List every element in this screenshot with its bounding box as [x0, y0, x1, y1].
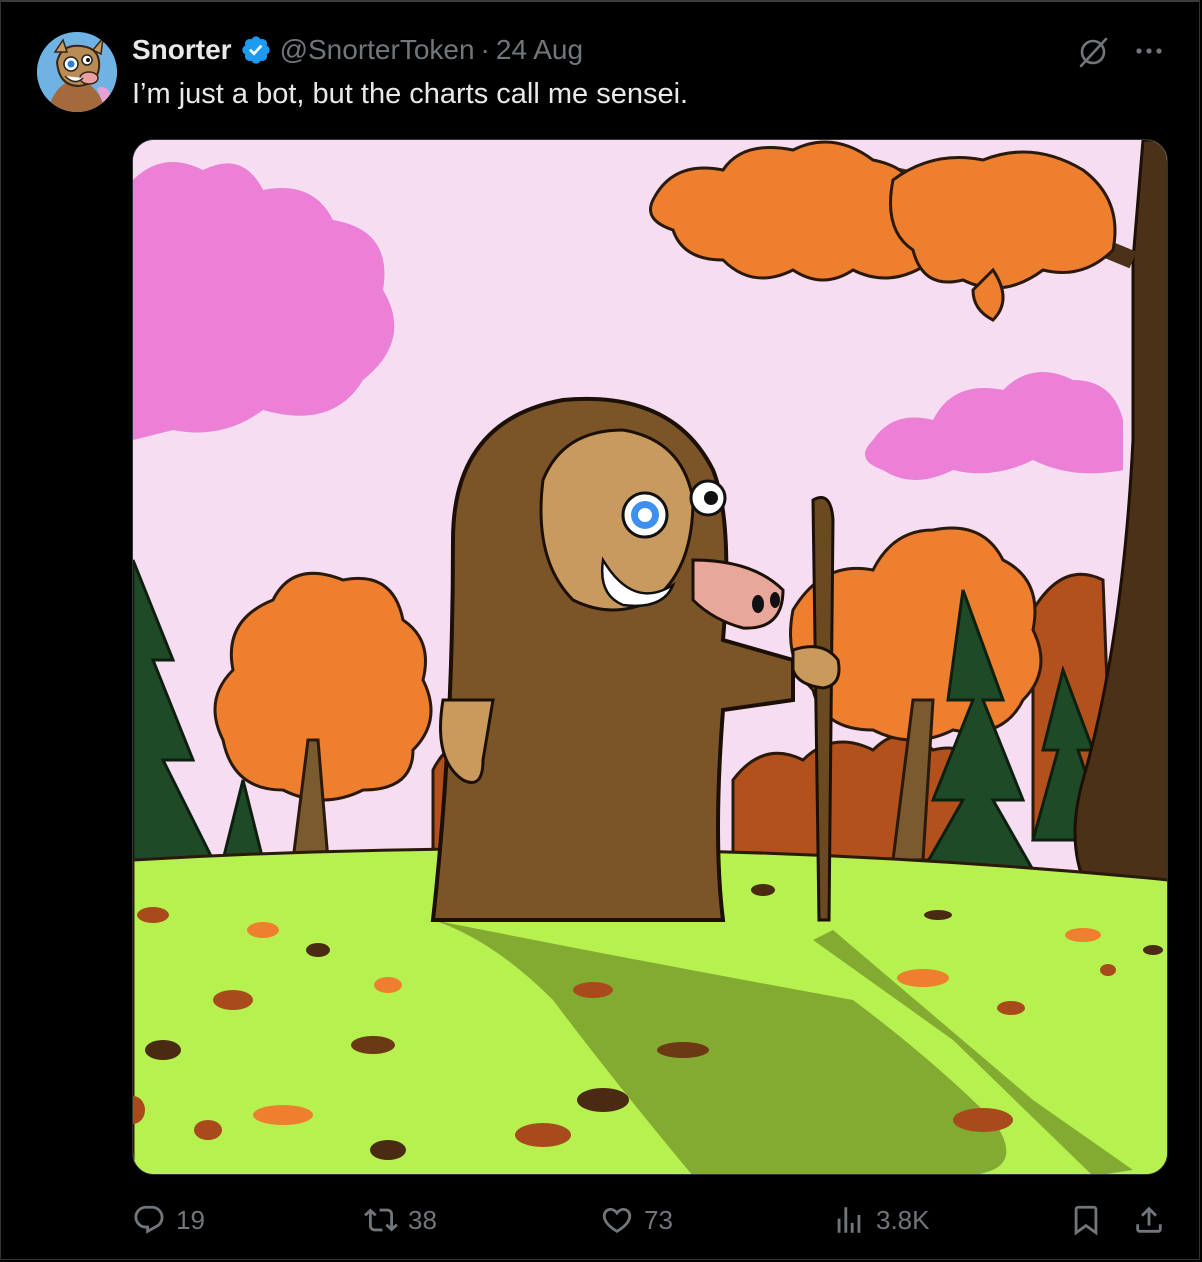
display-name[interactable]: Snorter	[132, 34, 232, 66]
share-button[interactable]	[1132, 1198, 1176, 1242]
bookmark-icon	[1074, 1205, 1098, 1236]
reply-count: 19	[176, 1204, 205, 1235]
bookmark-button[interactable]	[1069, 1198, 1113, 1242]
views-icon	[837, 1207, 861, 1233]
repost-button[interactable]: 38	[364, 1198, 437, 1242]
post-header: Snorter @SnorterToken · 24 Aug	[132, 32, 583, 68]
separator-dot: ·	[480, 34, 490, 65]
like-icon	[602, 1207, 632, 1233]
action-bar: 19 38 73 3.8K	[132, 1198, 1172, 1242]
like-button[interactable]: 73	[600, 1198, 673, 1242]
like-count: 73	[644, 1204, 673, 1235]
reply-icon	[134, 1205, 164, 1234]
user-handle[interactable]: @SnorterToken	[280, 34, 475, 66]
verified-badge-icon	[240, 34, 272, 66]
post-text: I’m just a bot, but the charts call me s…	[132, 78, 689, 110]
views-button[interactable]: 3.8K	[832, 1198, 930, 1242]
reply-button[interactable]: 19	[132, 1198, 205, 1242]
autumn-cartoon-illustration	[133, 140, 1167, 1174]
more-icon[interactable]	[1131, 36, 1167, 66]
post-date[interactable]: 24 Aug	[496, 34, 583, 66]
avatar[interactable]	[37, 32, 117, 112]
repost-count: 38	[408, 1204, 437, 1235]
repost-icon	[364, 1208, 398, 1232]
views-count: 3.8K	[876, 1204, 930, 1235]
share-icon	[1136, 1206, 1162, 1233]
post-container[interactable]: Snorter @SnorterToken · 24 Aug I’m just …	[0, 0, 1200, 1260]
grok-icon[interactable]	[1075, 34, 1111, 70]
post-image[interactable]	[132, 139, 1168, 1175]
